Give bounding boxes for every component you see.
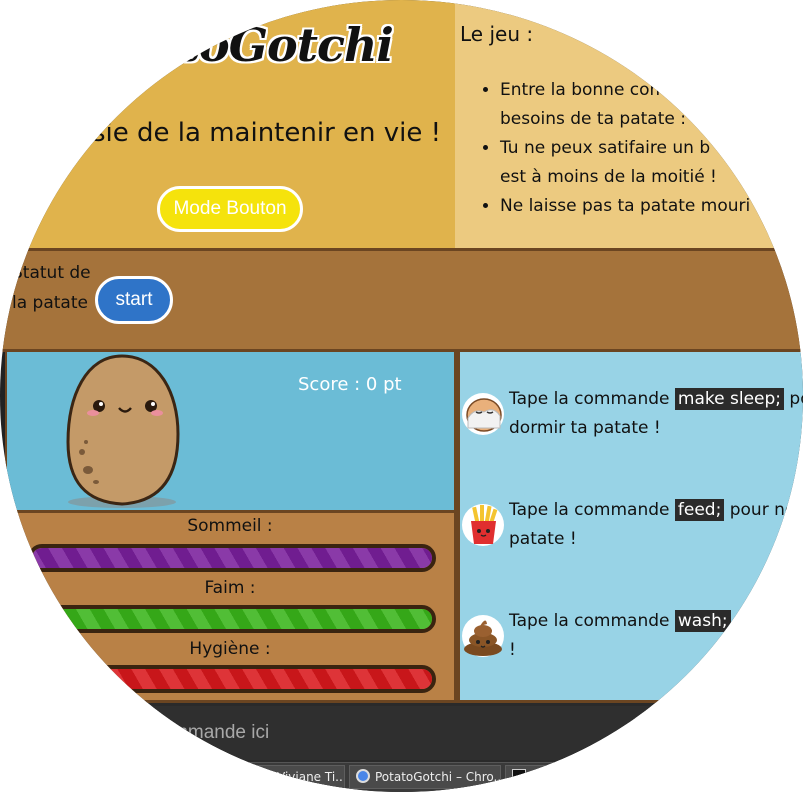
sleep-bar <box>28 544 436 572</box>
sleeping-potato-icon <box>462 393 504 435</box>
status-label-line: la patate <box>12 293 88 313</box>
command-text: Tape la commande <box>509 500 675 520</box>
command-code-wash: wash; <box>674 610 731 632</box>
command-text: Tape la commande <box>509 389 675 409</box>
command-text: Tape la commande <box>509 611 675 631</box>
sleep-bar-fill <box>32 548 432 568</box>
command-wash: Tape la commande wash; ! <box>509 607 803 665</box>
command-text: pour no <box>724 500 796 520</box>
app-logo: atoGotchi <box>150 18 394 72</box>
hunger-bar-fill <box>32 609 432 629</box>
taskbar-item-terminal[interactable] <box>505 765 565 789</box>
fries-icon <box>462 504 504 546</box>
command-text: patate ! <box>509 529 577 549</box>
status-label: Statut de la patate <box>12 258 92 318</box>
score-display: Score : 0 pt <box>298 374 402 395</box>
rules-title: Le jeu : <box>460 22 534 46</box>
start-button[interactable]: start <box>95 276 173 324</box>
taskbar-item[interactable]: Viviane Ti... <box>240 765 345 789</box>
command-text: ! <box>509 640 516 660</box>
rule-text: est à moins de la moitié ! <box>500 167 717 187</box>
command-feed: Tape la commande feed; pour no patate ! <box>509 496 803 554</box>
chrome-icon <box>356 769 370 783</box>
hunger-bar <box>28 605 436 633</box>
rule-text: Tu ne peux satifaire un b <box>500 138 711 158</box>
command-code-sleep: make sleep; <box>674 388 785 410</box>
command-text: dormir ta patate ! <box>509 418 661 438</box>
terminal-icon <box>512 769 526 783</box>
command-input[interactable] <box>150 706 694 760</box>
app-viewport: atoGotchi sie de la maintenir en vie ! M… <box>0 0 803 792</box>
mode-button[interactable]: Mode Bouton <box>157 186 303 232</box>
taskbar-item-label: PotatoGotchi – Chro... <box>375 770 501 784</box>
rule-item: Ne laisse pas ta patate mouri <box>500 192 803 221</box>
sleep-label: Sommeil : <box>187 516 273 536</box>
command-code-feed: feed; <box>674 499 725 521</box>
taskbar-item-label: Viviane Ti... <box>277 770 345 784</box>
hygiene-bar-fill <box>32 669 432 689</box>
potato-character-icon <box>66 354 180 508</box>
rule-text: Ne laisse pas ta patate mouri <box>500 196 751 216</box>
hygiene-bar <box>28 665 436 693</box>
subtitle: sie de la maintenir en vie ! <box>92 118 442 148</box>
hunger-label: Faim : <box>204 578 256 598</box>
rule-text: besoins de ta patate : <box>500 109 686 129</box>
command-text: pou <box>789 389 803 409</box>
status-label-line: Statut de <box>12 263 91 283</box>
rule-item: Tu ne peux satifaire un b est à moins de… <box>500 134 803 192</box>
hygiene-label: Hygiène : <box>189 639 271 659</box>
rule-text: Entre la bonne com <box>500 80 667 100</box>
poop-icon <box>462 615 504 657</box>
rules-list: Entre la bonne com besoins de ta patate … <box>470 76 803 221</box>
rule-item: Entre la bonne com besoins de ta patate … <box>500 76 803 134</box>
command-sleep: Tape la commande make sleep; pou dormir … <box>509 385 803 443</box>
taskbar-item-browser[interactable]: PotatoGotchi – Chro... <box>349 765 501 789</box>
